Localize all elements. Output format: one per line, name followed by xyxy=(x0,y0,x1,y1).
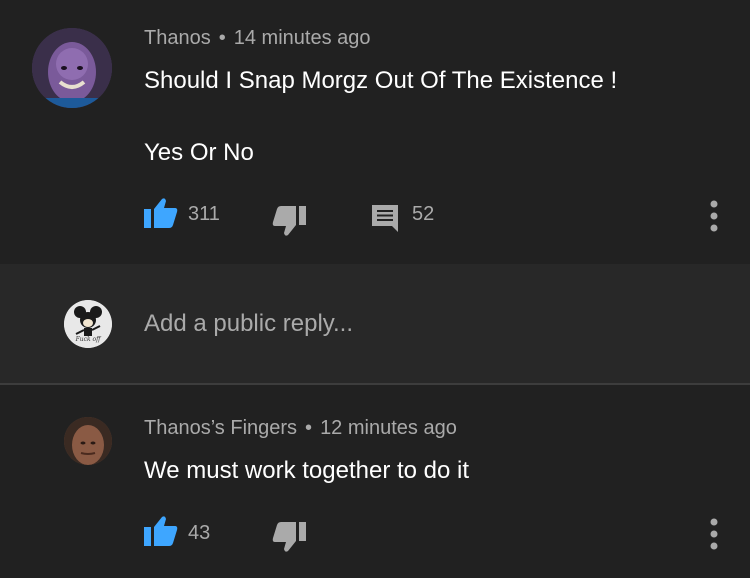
thumbs-down-icon[interactable] xyxy=(272,206,306,236)
reply-text: We must work together to do it xyxy=(144,457,470,484)
reply-input[interactable]: Add a public reply... xyxy=(144,310,353,338)
comment-text-line-1: Should I Snap Morgz Out Of The Existence… xyxy=(144,67,618,94)
fingers-avatar-image xyxy=(64,417,112,465)
thumbs-down-icon[interactable] xyxy=(272,522,306,552)
author-name[interactable]: Thanos xyxy=(144,27,211,49)
reply-comment: Thanos’s Fingers • 12 minutes ago We must … xyxy=(0,385,750,578)
reply-count: 52 xyxy=(412,203,435,225)
separator-dot: • xyxy=(218,27,226,49)
like-count: 311 xyxy=(188,203,220,225)
reply-box: Fuck off Add a public reply... xyxy=(0,264,750,384)
comment-text-line-2: Yes Or No xyxy=(144,139,254,166)
separator-dot: • xyxy=(305,417,313,439)
more-options-icon[interactable] xyxy=(704,516,724,552)
reply-author-avatar[interactable] xyxy=(64,417,112,465)
reply-time[interactable]: 12 minutes ago xyxy=(320,417,457,439)
comment-time[interactable]: 14 minutes ago xyxy=(234,27,371,49)
reply-author-name[interactable]: Thanos’s Fingers xyxy=(144,417,297,439)
comment-thread: Thanos • 14 minutes ago Should I Snap Morg… xyxy=(0,0,750,264)
thumbs-up-icon[interactable] xyxy=(144,516,178,546)
reply-comment-icon[interactable] xyxy=(371,204,399,232)
avatar-caption: Fuck off xyxy=(75,336,101,343)
comment-meta: Thanos • 14 minutes ago xyxy=(144,27,371,50)
reply-like-count: 43 xyxy=(188,522,211,544)
thanos-avatar-image xyxy=(32,28,112,108)
thumbs-up-icon[interactable] xyxy=(144,198,178,228)
user-avatar: Fuck off xyxy=(64,300,112,348)
reply-meta: Thanos’s Fingers • 12 minutes ago xyxy=(144,417,457,440)
more-options-icon[interactable] xyxy=(704,198,724,234)
author-avatar[interactable] xyxy=(32,28,112,108)
